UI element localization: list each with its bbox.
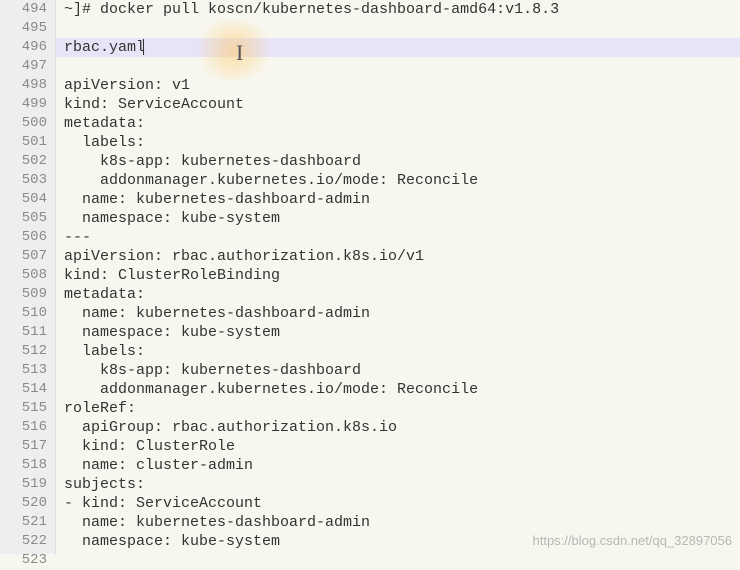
- code-line[interactable]: apiVersion: rbac.authorization.k8s.io/v1: [64, 247, 740, 266]
- code-line[interactable]: apiVersion: v1: [64, 76, 740, 95]
- line-number: 517: [8, 437, 49, 456]
- line-number: 504: [8, 190, 49, 209]
- line-number: 501: [8, 133, 49, 152]
- line-number: 496: [8, 38, 49, 57]
- line-number: 516: [8, 418, 49, 437]
- code-line[interactable]: metadata:: [64, 285, 740, 304]
- code-line[interactable]: namespace: kube-system: [64, 532, 740, 551]
- code-content[interactable]: ~]# docker pull koscn/kubernetes-dashboa…: [56, 0, 740, 554]
- line-number: 505: [8, 209, 49, 228]
- code-line[interactable]: labels:: [64, 342, 740, 361]
- line-number: 513: [8, 361, 49, 380]
- code-line[interactable]: addonmanager.kubernetes.io/mode: Reconci…: [64, 171, 740, 190]
- line-number: 522: [8, 532, 49, 551]
- code-line[interactable]: - kind: ServiceAccount: [64, 494, 740, 513]
- line-number: 521: [8, 513, 49, 532]
- code-line[interactable]: subjects:: [64, 475, 740, 494]
- code-line[interactable]: [64, 19, 740, 38]
- line-number: 507: [8, 247, 49, 266]
- code-line[interactable]: name: cluster-admin: [64, 456, 740, 475]
- code-line[interactable]: apiGroup: rbac.authorization.k8s.io: [64, 418, 740, 437]
- line-number: 511: [8, 323, 49, 342]
- code-line[interactable]: [64, 57, 740, 76]
- line-number: 508: [8, 266, 49, 285]
- code-line[interactable]: k8s-app: kubernetes-dashboard: [64, 152, 740, 171]
- line-number: 497: [8, 57, 49, 76]
- line-number: 499: [8, 95, 49, 114]
- code-line[interactable]: labels:: [64, 133, 740, 152]
- code-line[interactable]: rbac.yaml: [56, 38, 740, 57]
- code-line[interactable]: metadata:: [64, 114, 740, 133]
- line-number: 512: [8, 342, 49, 361]
- line-number: 506: [8, 228, 49, 247]
- code-line[interactable]: kind: ClusterRole: [64, 437, 740, 456]
- code-line[interactable]: roleRef:: [64, 399, 740, 418]
- line-number: 515: [8, 399, 49, 418]
- code-line[interactable]: name: kubernetes-dashboard-admin: [64, 304, 740, 323]
- line-number: 495: [8, 19, 49, 38]
- code-line[interactable]: kind: ServiceAccount: [64, 95, 740, 114]
- code-line[interactable]: ~]# docker pull koscn/kubernetes-dashboa…: [64, 0, 740, 19]
- line-number-gutter: 4944954964974984995005015025035045055065…: [0, 0, 56, 554]
- line-number: 514: [8, 380, 49, 399]
- code-line[interactable]: ---: [64, 228, 740, 247]
- line-number: 500: [8, 114, 49, 133]
- code-line[interactable]: namespace: kube-system: [64, 323, 740, 342]
- code-editor[interactable]: 4944954964974984995005015025035045055065…: [0, 0, 740, 554]
- line-number: 519: [8, 475, 49, 494]
- line-number: 498: [8, 76, 49, 95]
- code-line[interactable]: name: kubernetes-dashboard-admin: [64, 513, 740, 532]
- line-number: 509: [8, 285, 49, 304]
- code-line[interactable]: addonmanager.kubernetes.io/mode: Reconci…: [64, 380, 740, 399]
- code-line[interactable]: name: kubernetes-dashboard-admin: [64, 190, 740, 209]
- text-caret: [143, 39, 144, 55]
- line-number: 510: [8, 304, 49, 323]
- line-number: 518: [8, 456, 49, 475]
- code-line[interactable]: namespace: kube-system: [64, 209, 740, 228]
- line-number: 503: [8, 171, 49, 190]
- line-number: 520: [8, 494, 49, 513]
- code-line[interactable]: k8s-app: kubernetes-dashboard: [64, 361, 740, 380]
- line-number: 502: [8, 152, 49, 171]
- line-number: 494: [8, 0, 49, 19]
- code-line[interactable]: kind: ClusterRoleBinding: [64, 266, 740, 285]
